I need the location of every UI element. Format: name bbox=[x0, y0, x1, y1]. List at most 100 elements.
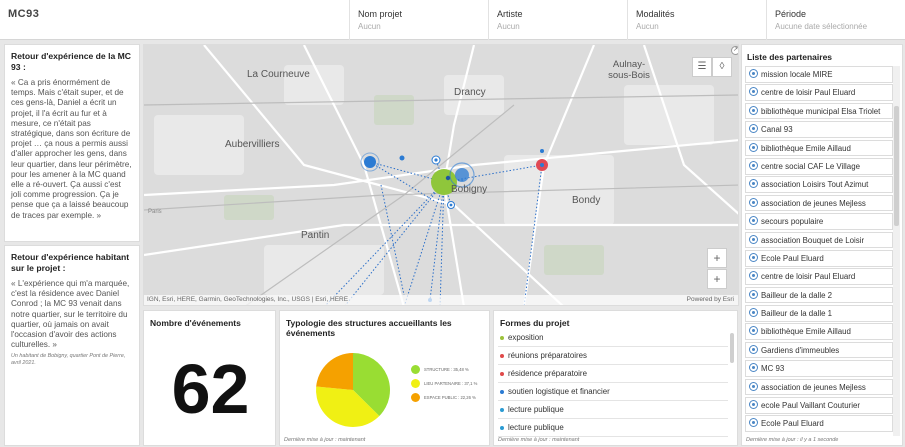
forme-dot-icon bbox=[500, 353, 504, 358]
legend-item[interactable]: STRUCTURE : 35,48 % bbox=[411, 365, 477, 379]
filter-value: Aucun bbox=[636, 22, 659, 31]
list-icon[interactable]: ☰ bbox=[692, 57, 712, 77]
partner-label: bibliothèque Emile Aillaud bbox=[761, 143, 851, 153]
partner-item[interactable]: centre de loisir Paul Eluard bbox=[745, 84, 893, 101]
legend-swatch bbox=[411, 379, 420, 389]
filter-value: Aucun bbox=[358, 22, 381, 31]
partner-label: Canal 93 bbox=[761, 125, 793, 135]
filter-value: Aucun bbox=[497, 22, 520, 31]
partner-item[interactable]: Bailleur de la dalle 1 bbox=[745, 305, 893, 322]
partner-label: MC 93 bbox=[761, 364, 785, 374]
partners-list[interactable]: mission locale MIRE centre de loisir Paul… bbox=[745, 66, 893, 436]
partner-label: Ecole Paul Eluard bbox=[761, 419, 824, 429]
legend-item[interactable]: LIEU PARTENAIRE : 37,1 % bbox=[411, 379, 477, 393]
partner-item[interactable]: centre de loisir Paul Eluard bbox=[745, 268, 893, 285]
scroll-thumb[interactable] bbox=[894, 106, 899, 226]
filter-nom-projet[interactable]: Nom projet Aucun bbox=[349, 0, 488, 40]
map-label-la-courneuve: La Courneuve bbox=[247, 69, 310, 80]
top-bar: MC93 Nom projet Aucun Artiste Aucun Moda… bbox=[0, 0, 905, 40]
expand-icon[interactable]: ↗ bbox=[731, 46, 738, 55]
legend-item[interactable]: ESPACE PUBLIC : 22,26 % bbox=[411, 393, 477, 407]
left-column: Retour d'expérience de la MC 93 : « Ca a… bbox=[4, 44, 140, 446]
partner-marker-icon bbox=[749, 216, 758, 226]
legend-label: LIEU PARTENAIRE : 37,1 % bbox=[424, 381, 478, 386]
pie-legend: STRUCTURE : 35,48 % LIEU PARTENAIRE : 37,… bbox=[411, 365, 477, 407]
partner-item[interactable]: Ecole Paul Eluard bbox=[745, 249, 893, 267]
powered-by-esri[interactable]: Powered by Esri bbox=[687, 296, 734, 303]
partner-item[interactable]: Canal 93 bbox=[745, 121, 893, 138]
forme-item[interactable]: résidence préparatoire bbox=[498, 367, 728, 384]
forme-dot-icon bbox=[500, 425, 504, 430]
partner-item[interactable]: Ecole Paul Eluard bbox=[745, 415, 893, 433]
layers-icon[interactable]: ◊ bbox=[712, 57, 732, 77]
zoom-out-button[interactable]: + bbox=[707, 269, 727, 289]
partner-item[interactable]: secours populaire bbox=[745, 213, 893, 230]
forme-label: exposition bbox=[508, 333, 544, 342]
partner-item[interactable]: association de jeunes Mejless bbox=[745, 194, 893, 212]
partner-marker-icon bbox=[749, 363, 758, 373]
partner-item[interactable]: centre social CAF Le Village bbox=[745, 157, 893, 175]
pie-slice-espace-public[interactable] bbox=[316, 353, 353, 390]
testimony-card-mc93: Retour d'expérience de la MC 93 : « Ca a… bbox=[4, 44, 140, 242]
map-attribution: IGN, Esri, HERE, Garmin, GeoTechnologies… bbox=[144, 295, 738, 305]
partner-item[interactable]: bibliothèque Emile Aillaud bbox=[745, 323, 893, 341]
forme-item[interactable]: réunions préparatoires bbox=[498, 349, 728, 366]
filter-periode[interactable]: Période Aucune date sélectionnée bbox=[766, 0, 905, 40]
partner-label: centre de loisir Paul Eluard bbox=[761, 88, 856, 98]
formes-scrollbar[interactable] bbox=[730, 333, 734, 363]
forme-dot-icon bbox=[500, 371, 504, 376]
card-title: Retour d'expérience de la MC 93 : bbox=[11, 51, 132, 72]
partner-item[interactable]: mission locale MIRE bbox=[745, 66, 893, 83]
legend-swatch bbox=[411, 365, 420, 375]
partner-label: association Bouquet de Loisir bbox=[761, 235, 865, 245]
map-label-paris: Paris bbox=[148, 209, 162, 215]
partner-marker-icon bbox=[749, 179, 758, 189]
partner-marker-icon bbox=[749, 234, 758, 244]
filter-modalites[interactable]: Modalités Aucun bbox=[627, 0, 766, 40]
partner-marker-icon bbox=[749, 252, 758, 262]
partner-item[interactable]: bibliothèque municipal Elsa Triolet bbox=[745, 102, 893, 120]
partner-marker-icon bbox=[749, 197, 758, 207]
partner-item[interactable]: association Loisirs Tout Azimut bbox=[745, 176, 893, 193]
partner-label: association de jeunes Mejless bbox=[761, 382, 866, 392]
partner-item[interactable]: ecole Paul Vaillant Couturier bbox=[745, 397, 893, 414]
event-count-value: 62 bbox=[171, 350, 250, 428]
filter-artiste[interactable]: Artiste Aucun bbox=[488, 0, 627, 40]
partner-marker-icon bbox=[749, 344, 758, 354]
partner-marker-icon bbox=[749, 326, 758, 336]
zoom-in-button[interactable]: + bbox=[707, 248, 727, 268]
partner-marker-icon bbox=[749, 124, 758, 134]
partner-marker-icon bbox=[749, 69, 758, 78]
partner-item[interactable]: Bailleur de la dalle 2 bbox=[745, 286, 893, 304]
map-label-aubervilliers: Aubervilliers bbox=[225, 139, 280, 150]
filter-label: Période bbox=[775, 9, 807, 19]
legend-swatch bbox=[411, 393, 420, 403]
partner-label: ecole Paul Vaillant Couturier bbox=[761, 401, 860, 411]
map-label-aulnay: Aulnay-sous-Bois bbox=[608, 59, 650, 81]
partner-item[interactable]: association Bouquet de Loisir bbox=[745, 231, 893, 249]
partner-label: centre social CAF Le Village bbox=[761, 161, 860, 171]
partner-item[interactable]: MC 93 bbox=[745, 360, 893, 377]
forme-item[interactable]: exposition bbox=[498, 331, 728, 348]
forme-dot-icon bbox=[500, 407, 504, 412]
forme-label: lecture publique bbox=[508, 404, 564, 414]
partner-label: association de jeunes Mejless bbox=[761, 198, 866, 208]
partner-item[interactable]: Gardiens d'immeubles bbox=[745, 341, 893, 359]
forme-item[interactable]: soutien logistique et financier bbox=[498, 385, 728, 402]
formes-panel: Formes du projet exposition réunions prép… bbox=[493, 310, 738, 446]
partner-label: bibliothèque Emile Aillaud bbox=[761, 327, 851, 337]
partner-label: secours populaire bbox=[761, 217, 824, 227]
partner-label: Ecole Paul Eluard bbox=[761, 253, 824, 263]
partner-marker-icon bbox=[749, 87, 758, 97]
forme-item[interactable]: lecture publique bbox=[498, 403, 728, 420]
partner-item[interactable]: association de jeunes Mejless bbox=[745, 378, 893, 396]
forme-label: résidence préparatoire bbox=[508, 368, 587, 378]
last-updated: Dernière mise à jour : il y a 1 seconde bbox=[746, 437, 839, 443]
partners-scrollbar[interactable] bbox=[893, 66, 900, 436]
card-body: « L'expérience qui m'a marquée, c'est la… bbox=[11, 279, 130, 350]
map-label-drancy: Drancy bbox=[454, 87, 486, 98]
formes-list[interactable]: exposition réunions préparatoires résidenc… bbox=[494, 331, 732, 439]
map-view[interactable]: La Courneuve Drancy Aulnay-sous-Bois Aub… bbox=[143, 44, 739, 306]
forme-item[interactable]: lecture publique bbox=[498, 421, 728, 438]
partner-item[interactable]: bibliothèque Emile Aillaud bbox=[745, 139, 893, 157]
